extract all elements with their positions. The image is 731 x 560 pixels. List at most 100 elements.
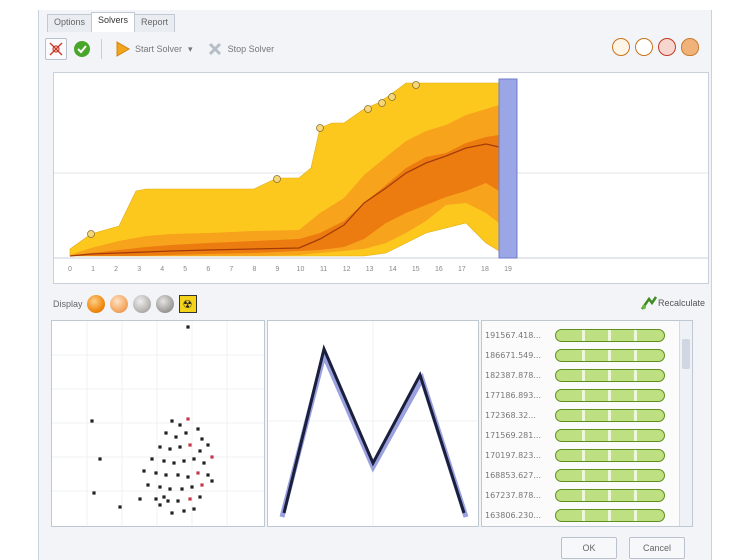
solution-row[interactable]: 163806.230... [482, 505, 678, 525]
solution-value: 182387.878... [485, 370, 541, 380]
ok-button[interactable]: OK [561, 537, 617, 559]
x-tick-label: 5 [183, 266, 187, 273]
screenshot-frame: Options Solvers Report Start Solver ▾ St… [0, 0, 731, 560]
scatter-point [154, 497, 158, 501]
solution-row[interactable]: 170197.823... [482, 445, 678, 465]
scatter-point [158, 485, 162, 489]
path-line [282, 344, 466, 514]
scatter-point [182, 509, 186, 513]
scatter-point [162, 459, 166, 463]
dialog-footer: OK Cancel [39, 530, 711, 560]
display-light-orange-button[interactable] [109, 295, 128, 313]
x-tick-label: 16 [435, 266, 443, 273]
solution-row[interactable]: 168853.627... [482, 465, 678, 485]
display-orange-button[interactable] [86, 295, 105, 313]
solution-value: 186671.549... [485, 350, 541, 360]
scatter-point [186, 417, 190, 421]
zoom-icon[interactable] [612, 38, 630, 56]
scatter-point [138, 497, 142, 501]
scrollbar-thumb[interactable] [682, 339, 690, 369]
start-solver-button[interactable]: Start Solver ▾ [116, 41, 193, 57]
stop-solver-button[interactable]: Stop Solver [207, 41, 275, 57]
scatter-point [182, 459, 186, 463]
clock-icon[interactable] [635, 38, 653, 56]
toolbar-separator [101, 39, 102, 59]
x-tick-label: 2 [114, 266, 118, 273]
scatter-point [118, 505, 122, 509]
x-tick-label: 7 [229, 266, 233, 273]
radiation-icon[interactable]: ☢ [178, 295, 197, 313]
scatter-point [184, 431, 188, 435]
display-dark-gray-button[interactable] [155, 295, 174, 313]
x-tick-label: 6 [206, 266, 210, 273]
validate-button[interactable] [71, 38, 93, 60]
solution-bar [555, 508, 665, 522]
scatter-icon [49, 42, 63, 56]
solution-row[interactable]: 186671.549... [482, 345, 678, 365]
line-panel [267, 320, 479, 527]
scatter-point [190, 485, 194, 489]
scatter-point [170, 511, 174, 515]
chevron-down-icon[interactable]: ▾ [188, 44, 193, 55]
scatter-point [164, 473, 168, 477]
scatter-point [206, 473, 210, 477]
marker-point [412, 81, 420, 89]
solution-bar [555, 408, 665, 422]
recalculate-button[interactable]: Recalculate [640, 295, 705, 311]
scatter-point [176, 473, 180, 477]
solution-row[interactable]: 171569.281... [482, 425, 678, 445]
scatter-point [200, 437, 204, 441]
scatter-point [166, 499, 170, 503]
scatter-point [170, 419, 174, 423]
line-plot [268, 321, 478, 526]
recalculate-label: Recalculate [657, 298, 705, 308]
cancel-button[interactable]: Cancel [629, 537, 685, 559]
check-icon [74, 41, 90, 57]
scatter-point [168, 487, 172, 491]
scatter-point [176, 499, 180, 503]
scatter-point [196, 427, 200, 431]
scatter-point [178, 423, 182, 427]
start-solver-label: Start Solver [135, 44, 183, 54]
scatter-point [162, 495, 166, 499]
solution-bar [555, 348, 665, 362]
display-gray-button[interactable] [132, 295, 151, 313]
tab-report[interactable]: Report [134, 14, 176, 32]
current-iteration-marker[interactable] [498, 78, 518, 259]
solution-row[interactable]: 167237.878... [482, 485, 678, 505]
solution-row[interactable]: 182387.878... [482, 365, 678, 385]
scatter-point [210, 455, 214, 459]
x-tick-label: 1 [91, 266, 95, 273]
x-tick-label: 19 [504, 266, 512, 273]
scatter-point [210, 479, 214, 483]
solution-row[interactable]: 172368.32... [482, 405, 678, 425]
scatter-point [192, 457, 196, 461]
tab-options[interactable]: Options [47, 14, 93, 32]
solution-bar [555, 428, 665, 442]
marker-point [87, 230, 95, 238]
x-tick-label: 0 [68, 266, 72, 273]
toolbar: Start Solver ▾ Stop Solver [45, 34, 705, 64]
solution-bar [555, 448, 665, 462]
scatter-point [172, 461, 176, 465]
marker-point [378, 99, 386, 107]
egg-icon[interactable] [681, 38, 699, 56]
tab-solvers[interactable]: Solvers [91, 12, 136, 32]
solution-row[interactable]: 191567.418... [482, 325, 678, 345]
chart-canvas: 0 1 2 3 4 5 6 7 8 9 10 11 12 13 14 15 16 17 18 19 [54, 78, 708, 273]
scatter-point [142, 469, 146, 473]
scatter-point [186, 325, 190, 329]
vertical-scrollbar[interactable] [679, 321, 692, 526]
solution-bar [555, 328, 665, 342]
scatter-view-button[interactable] [45, 38, 67, 60]
solution-value: 167237.878... [485, 490, 541, 500]
marker-point [316, 124, 324, 132]
solution-row[interactable]: 177186.893... [482, 385, 678, 405]
scatter-point [90, 419, 94, 423]
stop-icon[interactable] [658, 38, 676, 56]
scatter-point [186, 475, 190, 479]
stop-solver-label: Stop Solver [227, 44, 275, 54]
tab-strip: Options Solvers Report [47, 12, 176, 32]
scatter-point [154, 471, 158, 475]
scatter-point [178, 445, 182, 449]
